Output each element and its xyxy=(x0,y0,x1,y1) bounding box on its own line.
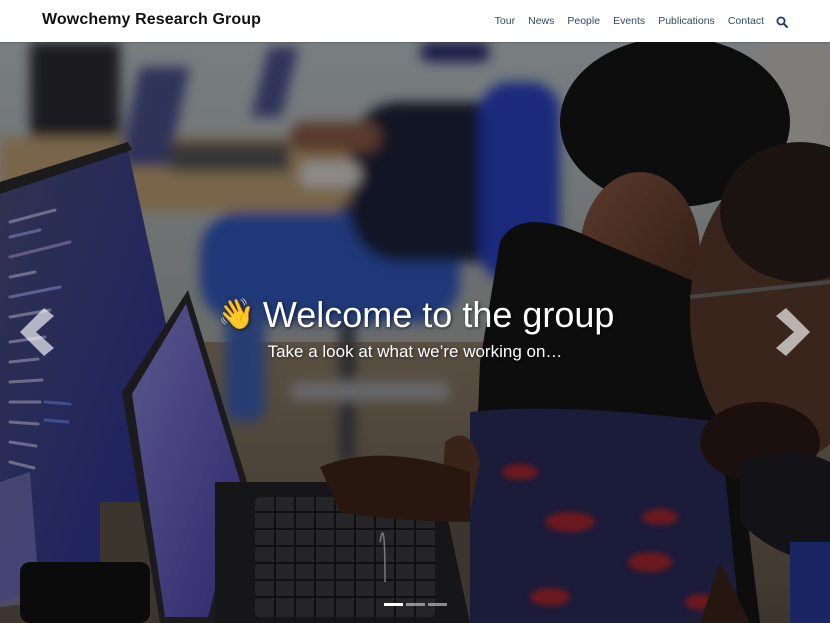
nav-link-publications[interactable]: Publications xyxy=(658,15,715,27)
navbar: Wowchemy Research Group Tour News People… xyxy=(0,0,830,42)
carousel-indicator-3[interactable] xyxy=(427,603,447,606)
hero-title: 👋 Welcome to the group xyxy=(0,294,830,336)
nav-link-people[interactable]: People xyxy=(567,15,600,27)
carousel-indicator-2[interactable] xyxy=(405,603,425,606)
search-icon[interactable] xyxy=(776,15,788,28)
nav-link-tour[interactable]: Tour xyxy=(495,15,515,27)
nav-link-news[interactable]: News xyxy=(528,15,554,27)
hero-subtitle: Take a look at what we’re working on… xyxy=(267,342,563,361)
carousel-indicator-1[interactable] xyxy=(383,603,403,606)
nav-links: Tour News People Events Publications Con… xyxy=(495,0,788,42)
hero-title-text: Welcome to the group xyxy=(262,294,615,335)
nav-link-contact[interactable]: Contact xyxy=(728,15,764,27)
hero-carousel: 👋 Welcome to the group Take a look at wh… xyxy=(0,42,830,623)
carousel-indicators xyxy=(0,603,830,606)
nav-link-events[interactable]: Events xyxy=(613,15,645,27)
site-brand[interactable]: Wowchemy Research Group xyxy=(42,11,261,29)
waving-hand-icon: 👋 xyxy=(217,298,255,331)
